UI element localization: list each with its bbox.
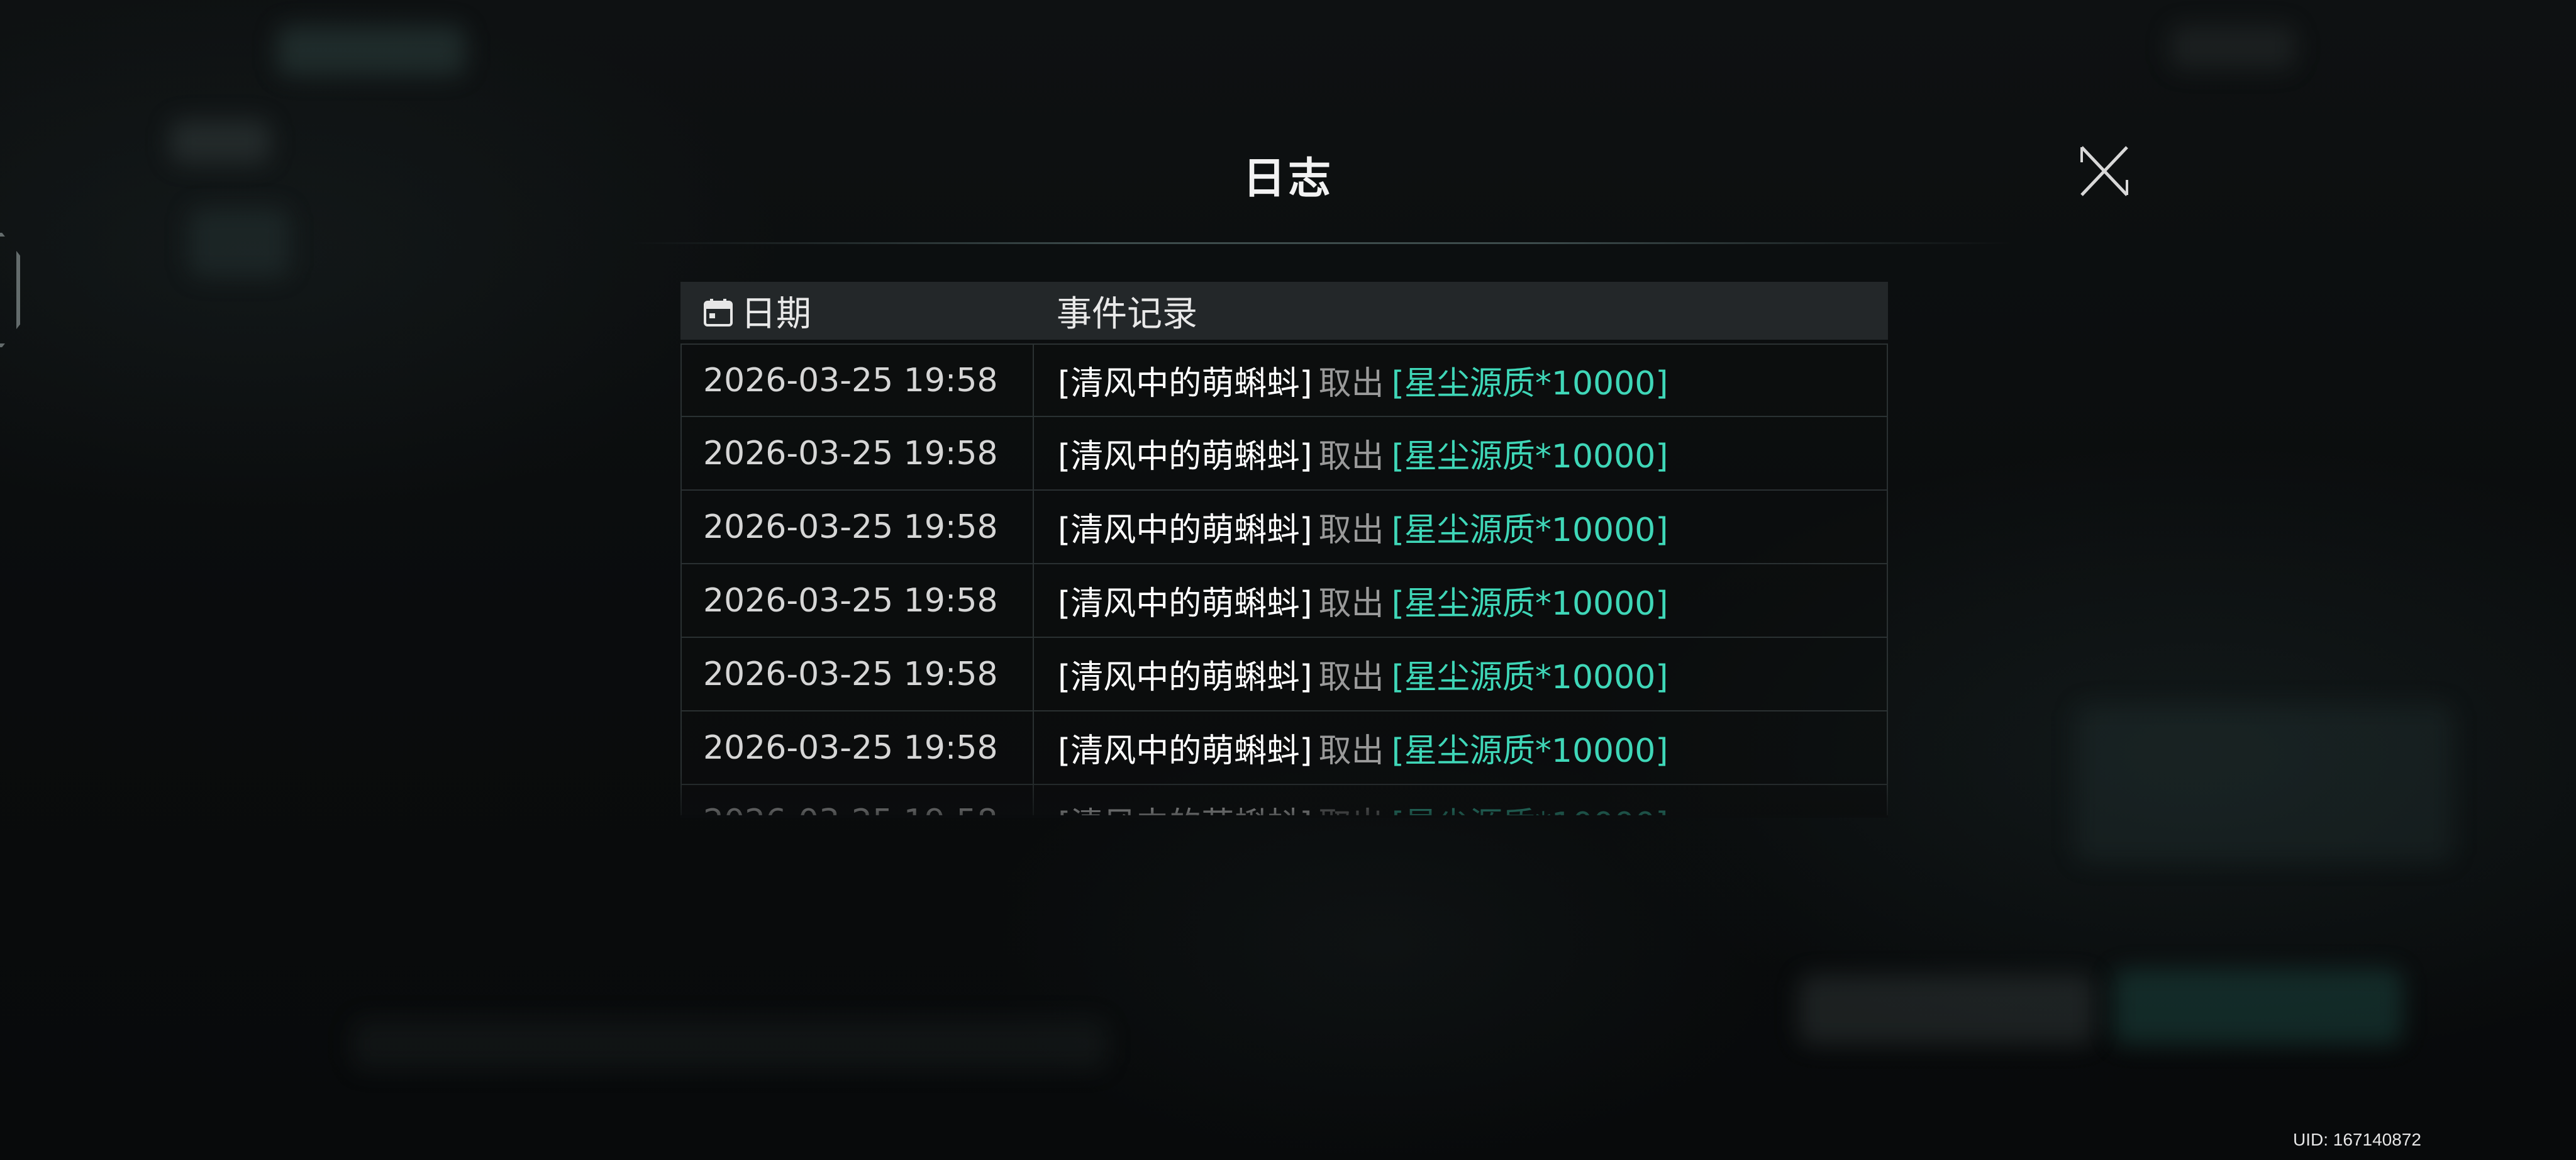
row-date: 2026-03-25 19:58 bbox=[682, 711, 1034, 784]
game-screen: 日志 日期 事件记录 2026-03-25 19:58 [清风中的萌蝌蚪] 取出… bbox=[0, 0, 2576, 1160]
event-item: [星尘源质*10000] bbox=[1391, 659, 1668, 696]
row-date: 2026-03-25 19:58 bbox=[682, 345, 1034, 416]
row-event: [清风中的萌蝌蚪] 取出 [星尘源质*10000] bbox=[1058, 345, 1668, 416]
event-item: [星尘源质*10000] bbox=[1391, 365, 1668, 403]
row-date: 2026-03-25 19:58 bbox=[682, 638, 1034, 710]
event-actor: [清风中的萌蝌蚪] bbox=[1058, 798, 1313, 815]
table-row: 2026-03-25 19:58 [清风中的萌蝌蚪] 取出 [星尘源质*1000… bbox=[680, 417, 1888, 491]
background-blur bbox=[189, 208, 289, 277]
background-blur bbox=[352, 1019, 1107, 1069]
table-row: 2026-03-25 19:58 [清风中的萌蝌蚪] 取出 [星尘源质*1000… bbox=[680, 564, 1888, 638]
event-item: [星尘源质*10000] bbox=[1391, 732, 1668, 770]
table-body[interactable]: 2026-03-25 19:58 [清风中的萌蝌蚪] 取出 [星尘源质*1000… bbox=[680, 343, 1888, 815]
calendar-icon bbox=[703, 296, 733, 326]
dialog-title: 日志 bbox=[1242, 154, 1333, 204]
background-blur bbox=[1799, 975, 2094, 1044]
side-panel-edge[interactable] bbox=[0, 233, 20, 347]
row-event: [清风中的萌蝌蚪] 取出 [星尘源质*10000] bbox=[1058, 638, 1668, 710]
row-event: [清风中的萌蝌蚪] 取出 [星尘源质*10000] bbox=[1058, 711, 1668, 784]
event-action: 取出 bbox=[1318, 585, 1384, 623]
table-row: 2026-03-25 19:58 [清风中的萌蝌蚪] 取出 [星尘源质*1000… bbox=[680, 638, 1888, 711]
event-actor: [清风中的萌蝌蚪] bbox=[1058, 732, 1313, 770]
event-item: [星尘源质*10000] bbox=[1391, 511, 1668, 549]
row-date: 2026-03-25 19:58 bbox=[682, 564, 1034, 637]
header-event-label: 事件记录 bbox=[1057, 293, 1197, 335]
table-row: 2026-03-25 19:58 [清风中的萌蝌蚪] 取出 [星尘源质*1000… bbox=[680, 491, 1888, 564]
event-action: 取出 bbox=[1319, 798, 1384, 815]
title-divider bbox=[629, 242, 2012, 244]
row-date: 2026-03-25 19:58 bbox=[682, 491, 1034, 563]
header-event: 事件记录 bbox=[1057, 282, 1197, 340]
row-event: [清风中的萌蝌蚪] 取出 [星尘源质*10000] bbox=[1058, 491, 1668, 563]
event-action: 取出 bbox=[1318, 438, 1384, 476]
event-actor: [清风中的萌蝌蚪] bbox=[1058, 365, 1313, 403]
event-item: [星尘源质*10000] bbox=[1392, 798, 1668, 815]
background-blur bbox=[2113, 969, 2402, 1044]
uid-label: UID: 167140872 bbox=[2293, 1130, 2421, 1149]
event-action: 取出 bbox=[1318, 511, 1384, 549]
table-header: 日期 事件记录 bbox=[680, 282, 1888, 340]
table-row: 2026-03-25 19:58 [清风中的萌蝌蚪] 取出 [星尘源质*1000… bbox=[680, 711, 1888, 785]
event-actor: [清风中的萌蝌蚪] bbox=[1058, 438, 1313, 476]
row-date: 2026-03-25 19:58 bbox=[682, 417, 1034, 489]
event-actor: [清风中的萌蝌蚪] bbox=[1058, 511, 1313, 549]
row-event: [清风中的萌蝌蚪] 取出 [星尘源质*10000] bbox=[1058, 785, 1668, 815]
event-item: [星尘源质*10000] bbox=[1391, 585, 1668, 623]
background-blur bbox=[277, 25, 465, 75]
table-row: 2026-03-25 19:58 [清风中的萌蝌蚪] 取出 [星尘源质*1000… bbox=[680, 785, 1888, 815]
event-action: 取出 bbox=[1318, 732, 1384, 770]
event-actor: [清风中的萌蝌蚪] bbox=[1058, 585, 1313, 623]
close-button[interactable] bbox=[2078, 143, 2131, 199]
close-x-icon bbox=[2080, 146, 2128, 196]
header-date: 日期 bbox=[703, 282, 811, 340]
event-action: 取出 bbox=[1318, 365, 1384, 403]
row-event: [清风中的萌蝌蚪] 取出 [星尘源质*10000] bbox=[1058, 564, 1668, 637]
row-date: 2026-03-25 19:58 bbox=[682, 785, 1034, 815]
table-row: 2026-03-25 19:58 [清风中的萌蝌蚪] 取出 [星尘源质*1000… bbox=[680, 343, 1888, 417]
header-date-label: 日期 bbox=[741, 293, 811, 335]
background-blur bbox=[2075, 705, 2453, 862]
row-event: [清风中的萌蝌蚪] 取出 [星尘源质*10000] bbox=[1058, 417, 1668, 489]
log-table[interactable]: 日期 事件记录 2026-03-25 19:58 [清风中的萌蝌蚪] 取出 [星… bbox=[680, 282, 1888, 815]
event-action: 取出 bbox=[1318, 659, 1384, 696]
event-item: [星尘源质*10000] bbox=[1391, 438, 1668, 476]
event-actor: [清风中的萌蝌蚪] bbox=[1058, 659, 1313, 696]
background-blur bbox=[2170, 25, 2296, 69]
